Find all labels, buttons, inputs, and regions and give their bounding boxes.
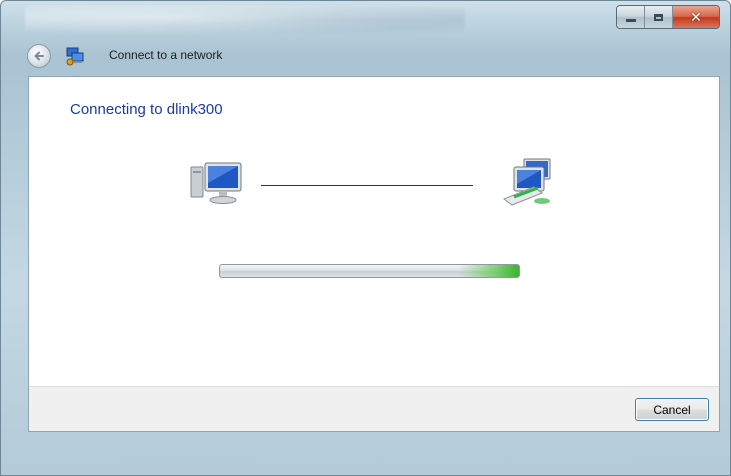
network-computers-icon [502, 158, 551, 206]
back-button[interactable] [27, 44, 51, 68]
minimize-icon [625, 18, 636, 22]
connection-progress-bar [219, 264, 520, 278]
maximize-button[interactable] [645, 6, 673, 28]
caption-buttons: ✕ [616, 5, 720, 29]
back-arrow-icon [34, 51, 44, 61]
close-button[interactable]: ✕ [673, 6, 719, 28]
maximize-icon [654, 13, 663, 21]
close-icon: ✕ [690, 9, 702, 25]
window-title: Connect to a network [109, 48, 223, 62]
connection-line [261, 185, 473, 186]
client-area: Connecting to dlink300 Cancel [28, 76, 720, 432]
computer-icon [190, 162, 242, 204]
progress-indicator [459, 265, 519, 277]
window-frame: ✕ Connect to a network Connecting to dli… [0, 0, 731, 476]
dialog-footer: Cancel [29, 386, 719, 431]
minimize-button[interactable] [617, 6, 645, 28]
connecting-heading: Connecting to dlink300 [70, 101, 223, 118]
glass-titlebar [25, 5, 465, 35]
network-connection-icon [66, 47, 84, 66]
cancel-button[interactable]: Cancel [635, 398, 709, 421]
